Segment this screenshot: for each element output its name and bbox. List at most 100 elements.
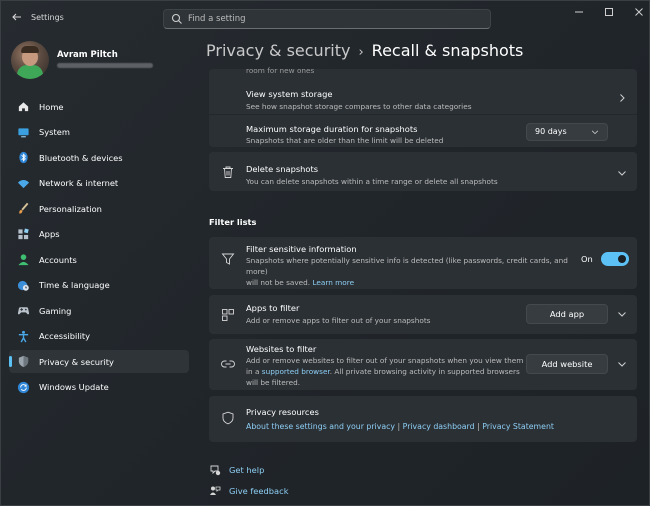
gamepad-icon bbox=[17, 307, 30, 315]
wifi-icon bbox=[17, 179, 30, 188]
sidebar-item-network[interactable]: Network & internet bbox=[9, 172, 189, 195]
filter-sensitive-row: Filter sensitive information Snapshots w… bbox=[209, 237, 637, 289]
search-box[interactable] bbox=[163, 9, 491, 29]
feedback-icon bbox=[210, 486, 221, 495]
link-icon bbox=[221, 360, 235, 368]
max-duration-dropdown[interactable]: 90 days bbox=[526, 123, 608, 141]
close-icon bbox=[635, 8, 643, 16]
sidebar-item-home[interactable]: Home bbox=[9, 95, 189, 118]
profile-name: Avram Piltch bbox=[57, 50, 118, 60]
bluetooth-icon bbox=[19, 151, 28, 164]
apps-filter-title: Apps to filter bbox=[246, 303, 300, 313]
sidebar-item-label: Privacy & security bbox=[39, 356, 114, 367]
chevron-right-icon bbox=[620, 94, 625, 102]
title-bar: Settings bbox=[1, 1, 649, 35]
filter-sensitive-title: Filter sensitive information bbox=[246, 244, 357, 254]
app-title: Settings bbox=[31, 13, 64, 22]
max-duration-desc: Snapshots that are older than the limit … bbox=[246, 136, 444, 145]
filter-sensitive-desc-line1: Snapshots where potentially sensitive in… bbox=[246, 256, 568, 276]
filter-sensitive-desc: Snapshots where potentially sensitive in… bbox=[246, 255, 576, 288]
back-arrow-icon bbox=[12, 13, 21, 21]
sidebar-item-apps[interactable]: Apps bbox=[9, 223, 189, 246]
websites-desc-line1: Add or remove websites to filter out of … bbox=[246, 356, 524, 365]
link-divider: | bbox=[397, 422, 401, 431]
system-icon bbox=[18, 127, 29, 137]
sidebar-item-label: Gaming bbox=[39, 305, 72, 316]
profile-email-redacted bbox=[57, 63, 153, 68]
privacy-resources-title: Privacy resources bbox=[246, 407, 319, 417]
sidebar-item-windows-update[interactable]: Windows Update bbox=[9, 376, 189, 399]
breadcrumb-parent[interactable]: Privacy & security bbox=[206, 41, 350, 60]
delete-title: Delete snapshots bbox=[246, 164, 319, 174]
back-button[interactable] bbox=[9, 11, 25, 25]
learn-more-link[interactable]: Learn more bbox=[312, 278, 354, 287]
chevron-down-icon bbox=[591, 130, 599, 135]
chevron-down-icon bbox=[618, 171, 626, 176]
add-app-button[interactable]: Add app bbox=[526, 304, 608, 324]
help-icon bbox=[210, 465, 221, 476]
search-icon bbox=[171, 13, 182, 24]
delete-snapshots-row[interactable]: Delete snapshots You can delete snapshot… bbox=[209, 152, 637, 191]
sidebar-item-label: Accessibility bbox=[39, 331, 91, 341]
toggle-state-label: On bbox=[581, 254, 593, 264]
app-grid-icon bbox=[222, 309, 234, 321]
privacy-statement-link[interactable]: Privacy Statement bbox=[482, 422, 554, 431]
filter-sensitive-toggle[interactable] bbox=[601, 252, 629, 266]
view-storage-title: View system storage bbox=[246, 89, 333, 99]
storage-cut-text: room for new ones bbox=[246, 66, 315, 75]
accessibility-icon bbox=[18, 330, 29, 342]
chevron-down-icon bbox=[618, 312, 626, 317]
sidebar-item-label: Personalization bbox=[39, 203, 102, 214]
close-button[interactable] bbox=[631, 7, 647, 21]
websites-filter-title: Websites to filter bbox=[246, 344, 317, 354]
supported-browser-link[interactable]: supported browser bbox=[262, 367, 330, 376]
page-title: Recall & snapshots bbox=[371, 41, 524, 60]
sidebar-item-accounts[interactable]: Accounts bbox=[9, 248, 189, 271]
sidebar-item-label: Bluetooth & devices bbox=[39, 152, 123, 163]
sidebar-item-accessibility[interactable]: Accessibility bbox=[9, 325, 189, 348]
filter-sensitive-desc-text: will not be saved. bbox=[246, 278, 311, 287]
filter-funnel-icon bbox=[221, 253, 235, 265]
view-storage-row[interactable]: View system storage See how snapshot sto… bbox=[209, 81, 637, 113]
section-label-filter-lists: Filter lists bbox=[209, 217, 257, 227]
search-input[interactable] bbox=[188, 12, 478, 26]
sidebar-item-bluetooth[interactable]: Bluetooth & devices bbox=[9, 146, 189, 169]
get-help-link[interactable]: Get help bbox=[229, 465, 264, 475]
websites-to-filter-row[interactable]: Websites to filter Add or remove website… bbox=[209, 339, 637, 390]
shield-outline-icon bbox=[222, 411, 234, 425]
sidebar-item-label: Time & language bbox=[39, 280, 110, 290]
breadcrumb-separator: › bbox=[358, 45, 364, 60]
websites-desc-text: in a bbox=[246, 367, 260, 376]
maximize-button[interactable] bbox=[601, 7, 617, 21]
about-settings-privacy-link[interactable]: About these settings and your privacy bbox=[246, 422, 395, 431]
shield-icon bbox=[18, 355, 29, 368]
add-website-button[interactable]: Add website bbox=[526, 354, 608, 374]
give-feedback-link[interactable]: Give feedback bbox=[229, 486, 289, 496]
sidebar-item-label: System bbox=[39, 127, 70, 137]
globe-clock-icon bbox=[17, 280, 29, 291]
apps-icon bbox=[18, 228, 29, 239]
privacy-dashboard-link[interactable]: Privacy dashboard bbox=[403, 422, 475, 431]
sidebar-item-privacy-security[interactable]: Privacy & security bbox=[9, 350, 189, 373]
sidebar-item-label: Home bbox=[39, 101, 64, 112]
settings-window: Settings Avram Piltch Home System bbox=[0, 0, 650, 506]
breadcrumb: Privacy & security › Recall & snapshots bbox=[206, 41, 523, 60]
trash-icon bbox=[223, 166, 233, 178]
brush-icon bbox=[19, 202, 29, 214]
chevron-down-icon bbox=[618, 362, 626, 367]
filter-sensitive-desc-line2: will not be saved. Learn more bbox=[246, 277, 576, 288]
sidebar-item-gaming[interactable]: Gaming bbox=[9, 299, 189, 322]
apps-filter-desc: Add or remove apps to filter out of your… bbox=[246, 316, 431, 325]
apps-to-filter-row[interactable]: Apps to filter Add or remove apps to fil… bbox=[209, 295, 637, 334]
dropdown-value: 90 days bbox=[535, 127, 567, 136]
avatar bbox=[11, 41, 49, 79]
sidebar-nav: Home System Bluetooth & devices Network … bbox=[9, 95, 189, 401]
sidebar-item-time-language[interactable]: Time & language bbox=[9, 274, 189, 297]
sidebar-item-system[interactable]: System bbox=[9, 121, 189, 144]
privacy-resources-card: Privacy resources About these settings a… bbox=[209, 396, 637, 442]
max-duration-title: Maximum storage duration for snapshots bbox=[246, 124, 418, 134]
minimize-button[interactable] bbox=[571, 7, 587, 21]
windows-update-icon bbox=[17, 381, 30, 393]
sidebar-item-personalization[interactable]: Personalization bbox=[9, 197, 189, 220]
websites-filter-desc: Add or remove websites to filter out of … bbox=[246, 355, 546, 388]
